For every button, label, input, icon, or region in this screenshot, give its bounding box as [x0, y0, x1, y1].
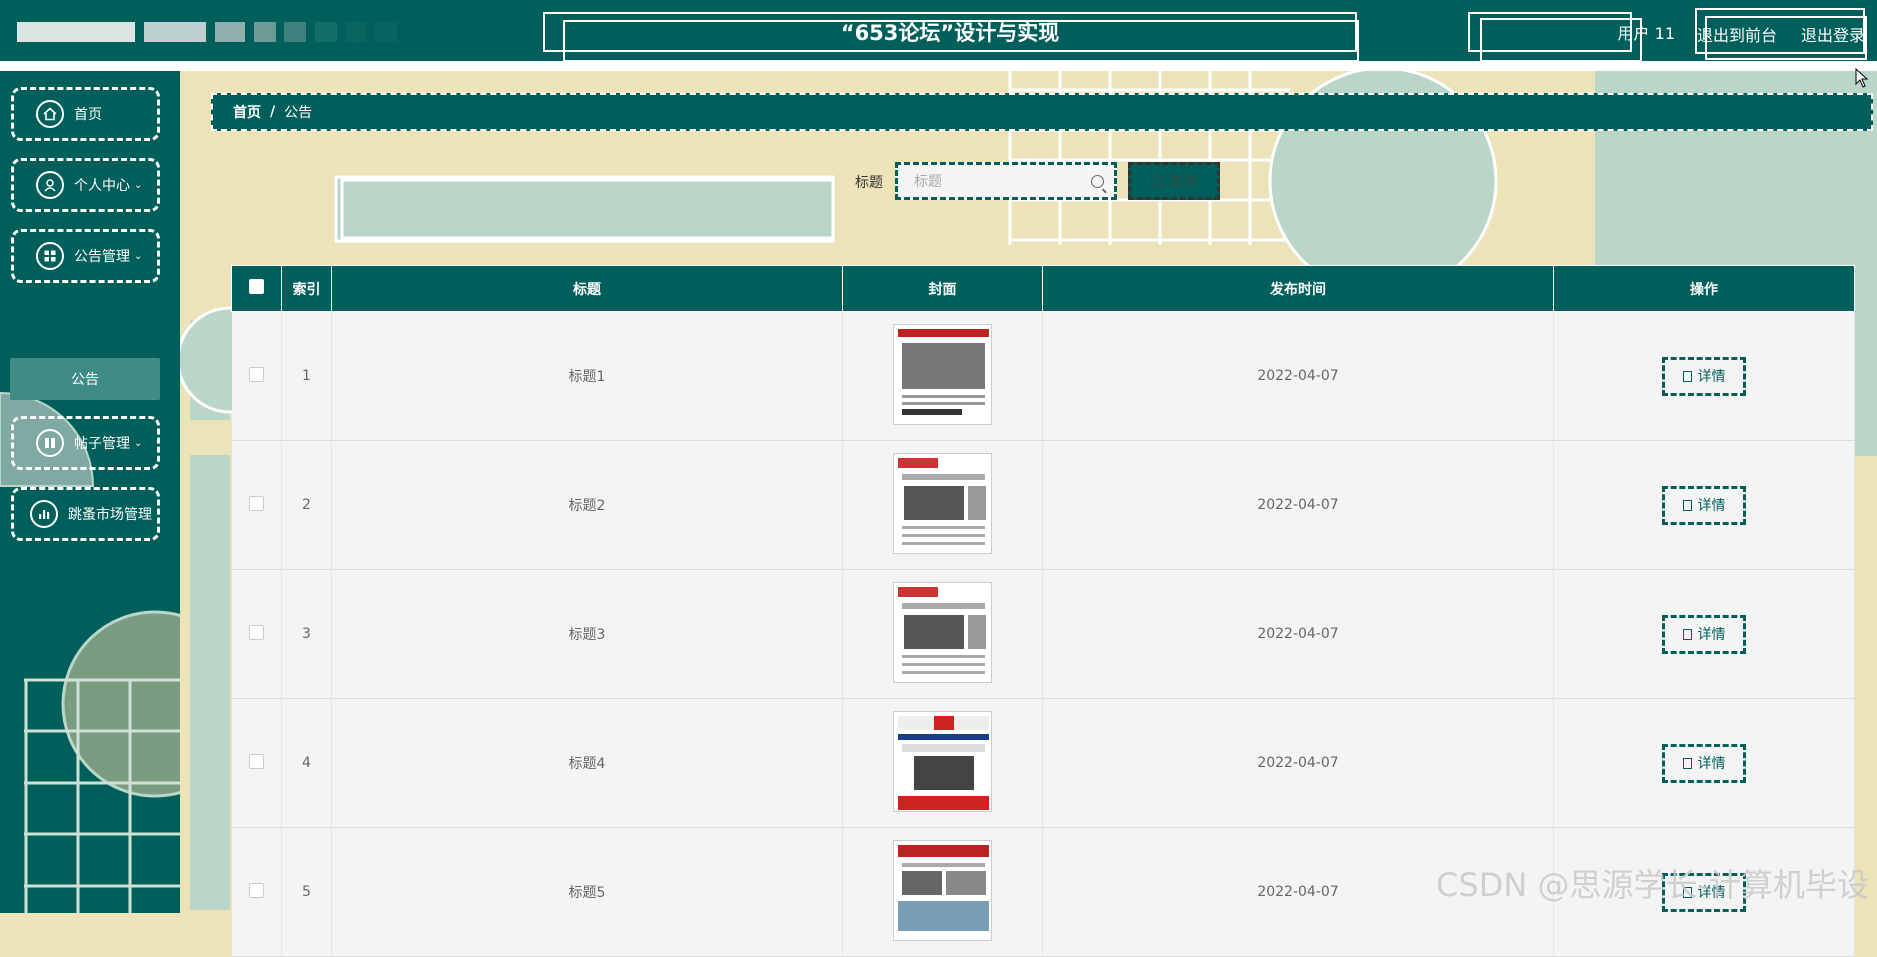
detail-button[interactable]: 详情	[1662, 485, 1746, 525]
detail-button-label: 详情	[1697, 498, 1726, 514]
chevron-down-icon: ⌄	[134, 250, 143, 262]
page-title: “653论坛”设计与实现	[543, 12, 1359, 62]
sidebar: 首页 个人中心 ⌄ 公告管理 ⌄ 公告 帖子管理 ⌄ 跳蚤市场管理	[0, 71, 180, 913]
select-all-header[interactable]	[231, 265, 282, 312]
breadcrumb: 首页 / 公告	[211, 93, 1873, 131]
document-icon	[1682, 628, 1692, 640]
cover-image	[893, 452, 992, 554]
search-placeholder: 标题	[914, 174, 942, 190]
sidebar-item-label: 帖子管理	[74, 436, 130, 452]
row-checkbox[interactable]	[248, 624, 264, 640]
logout-link[interactable]: 退出登录	[1801, 22, 1865, 46]
search-input[interactable]: 标题	[895, 162, 1117, 200]
search-label: 标题	[855, 175, 883, 191]
sidebar-item-label: 个人中心	[74, 178, 130, 194]
column-header-time: 发布时间	[1042, 265, 1554, 312]
column-header-title: 标题	[331, 265, 843, 312]
row-time: 2022-04-07	[1042, 698, 1554, 828]
table-row: 2 标题2 2022-04-07 详情	[231, 440, 1855, 570]
document-icon	[1682, 370, 1692, 382]
cover-image	[893, 710, 992, 812]
logo-block	[345, 22, 367, 42]
sidebar-item-personal-center[interactable]: 个人中心 ⌄	[11, 158, 160, 212]
sidebar-item-flea-market[interactable]: 跳蚤市场管理	[11, 487, 160, 541]
search-button[interactable]: 查询	[1128, 162, 1220, 200]
row-index: 2	[281, 440, 332, 570]
page-title-text: “653论坛”设计与实现	[840, 21, 1060, 45]
row-index: 4	[281, 698, 332, 828]
chevron-down-icon: ⌄	[134, 437, 143, 449]
row-title: 标题2	[331, 440, 843, 570]
logo-block	[144, 22, 206, 42]
cover-image	[893, 323, 992, 425]
select-all-checkbox[interactable]	[249, 279, 264, 294]
row-index: 5	[281, 827, 332, 957]
breadcrumb-home[interactable]: 首页	[233, 102, 261, 122]
logo-block	[284, 22, 306, 42]
table-header-row: 索引 标题 封面 发布时间 操作	[231, 265, 1855, 312]
search-icon	[1091, 175, 1104, 188]
row-index: 3	[281, 569, 332, 699]
home-icon	[36, 100, 64, 128]
column-header-action: 操作	[1553, 265, 1855, 312]
search-icon	[1151, 175, 1163, 187]
breadcrumb-current: 公告	[284, 105, 313, 121]
cover-image	[893, 581, 992, 683]
table-row: 1 标题1 2022-04-07 详情	[231, 311, 1855, 441]
sidebar-item-label: 公告管理	[74, 249, 130, 265]
detail-button[interactable]: 详情	[1662, 614, 1746, 654]
user-icon	[36, 171, 64, 199]
column-header-index: 索引	[281, 265, 332, 312]
header-divider	[0, 61, 1877, 71]
watermark: CSDN @思源学长-计算机毕设	[1436, 866, 1869, 904]
sidebar-item-home[interactable]: 首页	[11, 87, 160, 141]
row-checkbox[interactable]	[248, 495, 264, 511]
logo-block	[375, 22, 397, 42]
column-header-cover: 封面	[842, 265, 1043, 312]
row-title: 标题4	[331, 698, 843, 828]
row-title: 标题3	[331, 569, 843, 699]
detail-button[interactable]: 详情	[1662, 356, 1746, 396]
row-checkbox[interactable]	[248, 882, 264, 898]
row-time: 2022-04-07	[1042, 311, 1554, 441]
mouse-cursor-icon	[1855, 68, 1869, 88]
row-title: 标题5	[331, 827, 843, 957]
user-label: 用户 11	[1468, 12, 1675, 62]
sidebar-item-label: 首页	[74, 107, 102, 123]
sidebar-subitem-label: 公告	[71, 372, 99, 388]
detail-button-label: 详情	[1697, 756, 1726, 772]
back-to-front-link[interactable]: 退出到前台	[1697, 22, 1777, 46]
row-time: 2022-04-07	[1042, 440, 1554, 570]
grid-icon	[36, 242, 64, 270]
document-icon	[1682, 499, 1692, 511]
notice-table: 索引 标题 封面 发布时间 操作 1 标题1 2022-04-07 详情 2 标…	[231, 265, 1855, 957]
row-checkbox[interactable]	[248, 366, 264, 382]
logo-block	[254, 22, 276, 42]
table-row: 4 标题4 2022-04-07 详情	[231, 698, 1855, 828]
document-icon	[1682, 757, 1692, 769]
logo-block	[17, 22, 135, 42]
top-header: “653论坛”设计与实现 用户 11 退出到前台 退出登录	[0, 0, 1877, 62]
row-time: 2022-04-07	[1042, 569, 1554, 699]
user-name: 用户 11	[1617, 24, 1675, 43]
sidebar-item-post-management[interactable]: 帖子管理 ⌄	[11, 416, 160, 470]
sidebar-item-notice-management[interactable]: 公告管理 ⌄	[11, 229, 160, 283]
row-index: 1	[281, 311, 332, 441]
logo-block	[315, 22, 337, 42]
detail-button-label: 详情	[1697, 627, 1726, 643]
chart-icon	[30, 500, 58, 528]
detail-button[interactable]: 详情	[1662, 743, 1746, 783]
logo-block	[215, 22, 245, 42]
chevron-down-icon: ⌄	[134, 179, 143, 191]
book-icon	[36, 429, 64, 457]
search-button-label: 查询	[1169, 174, 1197, 190]
row-checkbox[interactable]	[248, 753, 264, 769]
table-row: 3 标题3 2022-04-07 详情	[231, 569, 1855, 699]
detail-button-label: 详情	[1697, 369, 1726, 385]
sidebar-item-label: 跳蚤市场管理	[68, 507, 152, 523]
sidebar-subitem-notice[interactable]: 公告	[10, 358, 160, 400]
row-title: 标题1	[331, 311, 843, 441]
breadcrumb-separator: /	[270, 104, 276, 120]
cover-image	[893, 839, 992, 941]
